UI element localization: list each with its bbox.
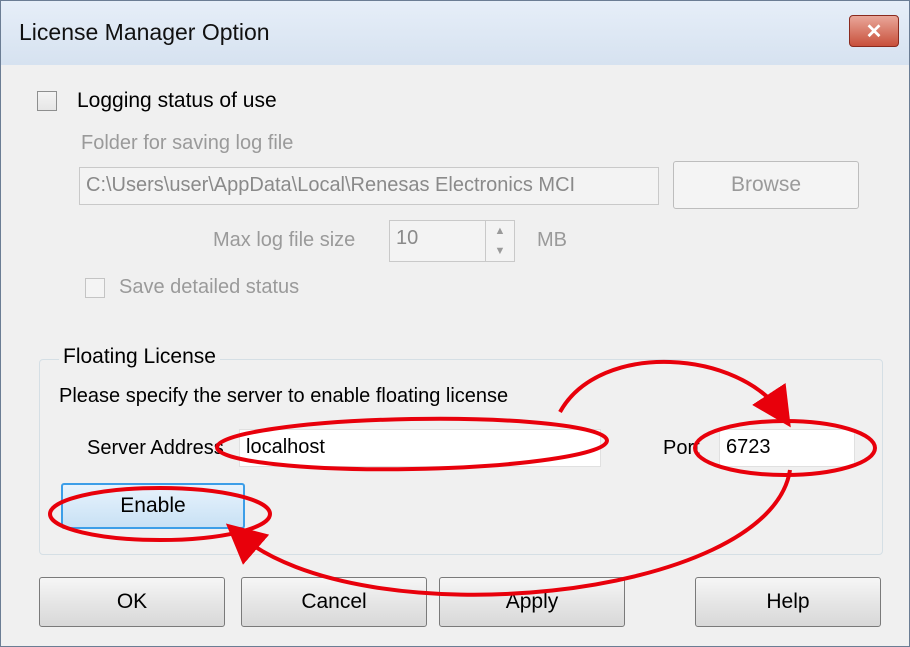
- detailed-status-checkbox[interactable]: [85, 278, 105, 298]
- server-address-input[interactable]: localhost: [239, 429, 601, 467]
- server-address-label: Server Address: [87, 437, 224, 459]
- log-folder-field[interactable]: C:\Users\user\AppData\Local\Renesas Elec…: [79, 167, 659, 205]
- close-button[interactable]: ✕: [849, 15, 899, 47]
- window-title: License Manager Option: [19, 19, 270, 45]
- ok-button[interactable]: OK: [39, 577, 225, 627]
- floating-license-title: Floating License: [59, 345, 220, 369]
- port-label: Port: [663, 437, 700, 459]
- cancel-button[interactable]: Cancel: [241, 577, 427, 627]
- max-log-size-unit: MB: [537, 229, 567, 251]
- enable-button[interactable]: Enable: [61, 483, 245, 529]
- max-log-size-label: Max log file size: [213, 229, 356, 251]
- log-folder-label: Folder for saving log file: [81, 132, 294, 154]
- help-button[interactable]: Help: [695, 577, 881, 627]
- spin-down-icon[interactable]: ▼: [486, 241, 514, 261]
- close-icon: ✕: [865, 20, 883, 43]
- spin-up-icon[interactable]: ▲: [486, 221, 514, 241]
- detailed-status-label: Save detailed status: [119, 276, 300, 298]
- apply-button[interactable]: Apply: [439, 577, 625, 627]
- browse-button[interactable]: Browse: [673, 161, 859, 209]
- floating-license-description: Please specify the server to enable floa…: [59, 385, 509, 407]
- title-bar: License Manager Option ✕: [1, 1, 909, 65]
- logging-checkbox[interactable]: [37, 91, 57, 111]
- max-log-size-input[interactable]: 10: [389, 220, 486, 262]
- logging-checkbox-label[interactable]: Logging status of use: [77, 89, 277, 113]
- max-log-size-spinner[interactable]: ▲ ▼: [485, 220, 515, 262]
- port-input[interactable]: 6723: [719, 429, 855, 467]
- license-manager-dialog: License Manager Option ✕ Logging status …: [0, 0, 910, 647]
